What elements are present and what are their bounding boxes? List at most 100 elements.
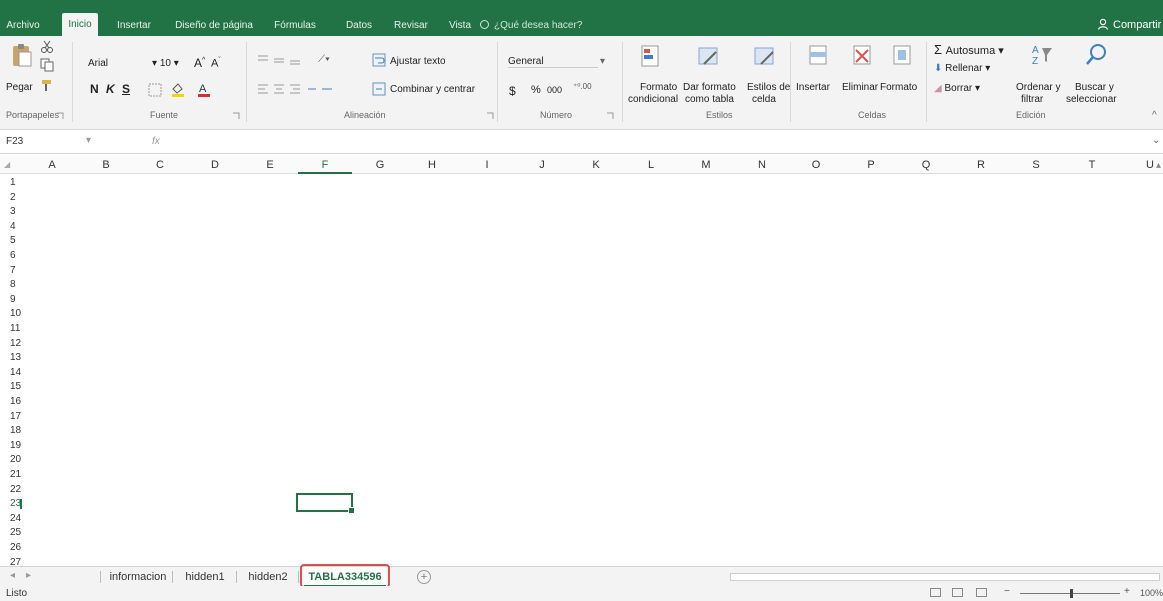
sheet-tab-hidden1[interactable]: hidden1 <box>178 567 232 587</box>
row-header[interactable]: 13 <box>0 353 22 363</box>
tab-insertar[interactable]: Insertar <box>113 15 155 36</box>
zoom-out-icon[interactable]: − <box>1004 586 1010 597</box>
increase-decimal-icon[interactable]: ⁺⁰.00 <box>573 82 592 91</box>
conditional-format-label-2[interactable]: condicional <box>628 94 678 105</box>
row-header[interactable]: 1 <box>0 178 22 188</box>
scroll-tabs-right-icon[interactable]: ▸ <box>26 570 31 581</box>
column-header[interactable]: M <box>679 156 733 174</box>
clear-button[interactable]: ◢ Borrar ▾ <box>934 83 980 94</box>
format-as-table-label-1[interactable]: Dar formato <box>683 82 736 93</box>
row-header[interactable]: 24 <box>0 513 22 524</box>
insert-cells-button[interactable]: Insertar <box>796 82 830 93</box>
column-header[interactable]: C <box>133 156 187 174</box>
conditional-format-label-1[interactable]: Formato <box>640 82 677 93</box>
number-format-select[interactable]: General <box>508 56 598 68</box>
row-header[interactable]: 20 <box>0 455 22 465</box>
dialog-launcher-icon[interactable] <box>486 112 494 120</box>
expand-formula-icon[interactable]: ⌄ <box>1152 135 1160 146</box>
scroll-tabs-left-icon[interactable]: ◂ <box>10 570 15 581</box>
row-header[interactable]: 4 <box>0 221 22 232</box>
vertical-scroll-up-icon[interactable]: ▴ <box>1156 160 1161 171</box>
page-layout-icon[interactable] <box>952 588 963 597</box>
tab-diseno-de-pagina[interactable]: Diseño de página <box>173 15 255 36</box>
row-header[interactable]: 9 <box>0 294 22 305</box>
horizontal-align-icons[interactable] <box>256 83 336 95</box>
percent-button[interactable]: % <box>531 84 541 96</box>
tab-archivo[interactable]: Archivo <box>6 15 40 36</box>
font-size-select[interactable]: ▾ 10 ▾ <box>152 58 179 69</box>
find-select-label-1[interactable]: Buscar y <box>1075 82 1114 93</box>
row-header[interactable]: 8 <box>0 280 22 290</box>
row-header[interactable]: 14 <box>0 367 22 378</box>
fill-button[interactable]: ⬇ Rellenar ▾ <box>934 63 990 74</box>
add-sheet-button[interactable]: + <box>417 570 431 584</box>
row-header[interactable]: 21 <box>0 470 22 480</box>
format-cells-button[interactable]: Formato <box>880 82 917 93</box>
sort-filter-label-1[interactable]: Ordenar y <box>1016 82 1060 93</box>
column-header[interactable]: P <box>844 156 898 174</box>
autosum-button[interactable]: Σ Autosuma ▾ <box>934 42 1004 57</box>
row-header[interactable]: 10 <box>0 309 22 319</box>
column-header[interactable]: D <box>188 156 242 174</box>
column-header[interactable]: E <box>243 156 297 174</box>
font-name-select[interactable]: Arial <box>88 58 148 69</box>
underline-button[interactable]: S <box>122 82 130 96</box>
zoom-level[interactable]: 100% <box>1140 588 1163 598</box>
horizontal-scrollbar[interactable] <box>730 573 1160 581</box>
dialog-launcher-icon[interactable] <box>606 112 614 120</box>
vertical-align-icons[interactable] <box>256 54 306 66</box>
tell-me-box[interactable]: ¿Qué desea hacer? <box>480 15 582 36</box>
paste-button[interactable]: Pegar <box>6 82 33 93</box>
normal-view-icon[interactable] <box>930 588 941 597</box>
cut-icon[interactable] <box>40 40 54 54</box>
sheet-tab-informacion[interactable]: informacion <box>108 567 168 587</box>
increase-font-icon[interactable]: A^ <box>194 56 205 70</box>
row-header[interactable]: 26 <box>0 543 22 553</box>
column-header[interactable]: R <box>954 156 1008 174</box>
select-all-icon[interactable]: ◢ <box>4 160 10 169</box>
sheet-tab-hidden2[interactable]: hidden2 <box>242 567 294 587</box>
dialog-launcher-icon[interactable] <box>56 112 64 120</box>
row-header[interactable]: 17 <box>0 411 22 422</box>
italic-button[interactable]: K <box>106 82 115 96</box>
wrap-text-button[interactable]: Ajustar texto <box>390 56 446 67</box>
column-header[interactable]: L <box>624 156 678 174</box>
chevron-down-icon[interactable]: ▾ <box>86 135 91 146</box>
font-color-icon[interactable]: A <box>196 81 212 97</box>
column-header[interactable]: F <box>298 156 352 174</box>
column-header[interactable]: S <box>1009 156 1063 174</box>
thousands-button[interactable]: 000 <box>547 85 562 95</box>
row-header[interactable]: 3 <box>0 207 22 217</box>
column-header[interactable]: I <box>460 156 514 174</box>
column-header[interactable]: N <box>735 156 789 174</box>
fill-color-icon[interactable] <box>170 81 186 97</box>
column-header[interactable]: B <box>79 156 133 174</box>
share-button[interactable]: Compartir <box>1097 15 1161 36</box>
row-header[interactable]: 2 <box>0 192 22 203</box>
row-header[interactable]: 6 <box>0 251 22 261</box>
bold-button[interactable]: N <box>90 82 99 96</box>
sort-filter-label-2[interactable]: filtrar <box>1021 94 1043 105</box>
delete-cells-button[interactable]: Eliminar <box>842 82 878 93</box>
row-header[interactable]: 16 <box>0 397 22 407</box>
column-header[interactable]: H <box>405 156 459 174</box>
row-header[interactable]: 23 <box>0 499 22 510</box>
worksheet-grid[interactable]: ◢ ABCDEFGHIJKLMNOPQRSTU 1 2 3 4 5 6 7 8 9 10 11 12 1… <box>0 156 1163 567</box>
row-header[interactable]: 15 <box>0 382 22 392</box>
active-cell[interactable] <box>296 493 355 514</box>
insert-function-button[interactable]: fx <box>152 133 160 150</box>
orientation-icon[interactable]: ⟋▾ <box>318 54 330 65</box>
currency-button[interactable]: $ <box>509 84 516 98</box>
column-header[interactable]: A <box>25 156 79 174</box>
chevron-down-icon[interactable]: ▾ <box>600 56 605 67</box>
column-header[interactable]: G <box>353 156 407 174</box>
row-header[interactable]: 18 <box>0 426 22 436</box>
row-header[interactable]: 11 <box>0 324 22 334</box>
cell-styles-label-2[interactable]: celda <box>752 94 776 105</box>
zoom-in-icon[interactable]: + <box>1124 586 1130 597</box>
borders-icon[interactable] <box>148 83 162 97</box>
row-header[interactable]: 7 <box>0 265 22 276</box>
cell-styles-label-1[interactable]: Estilos de <box>747 82 790 93</box>
find-select-label-2[interactable]: seleccionar <box>1066 94 1117 105</box>
row-header[interactable]: 22 <box>0 484 22 495</box>
